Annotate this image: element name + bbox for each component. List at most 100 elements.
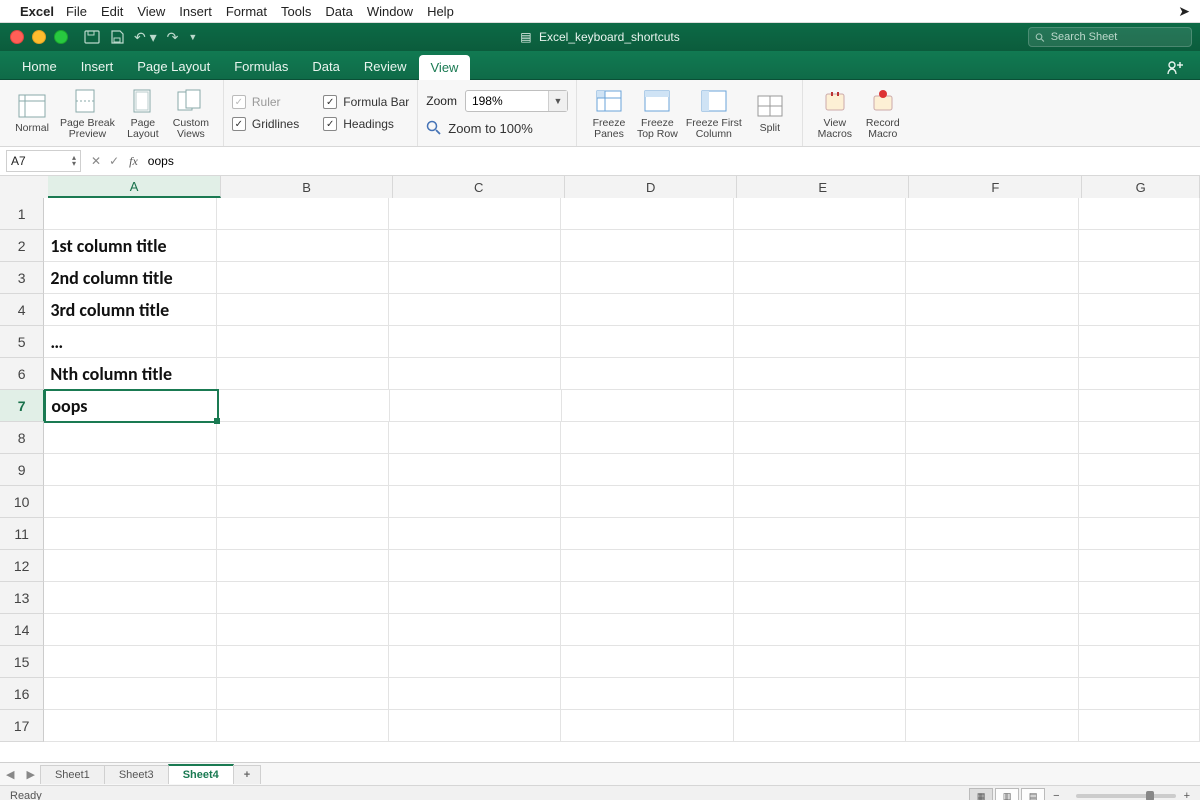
sheet-tab-sheet3[interactable]: Sheet3 <box>104 765 169 784</box>
cell-F15[interactable] <box>906 646 1079 678</box>
zoom-out-button[interactable]: − <box>1053 790 1059 800</box>
menu-data[interactable]: Data <box>325 4 352 19</box>
record-macro-button[interactable]: Record Macro <box>859 86 907 140</box>
sheet-nav-prev[interactable]: ◀ <box>0 768 20 781</box>
cell-G16[interactable] <box>1079 678 1200 710</box>
cell-B14[interactable] <box>217 614 389 646</box>
formula-input[interactable] <box>146 153 1200 169</box>
cell-D5[interactable] <box>561 326 733 358</box>
row-header-10[interactable]: 10 <box>0 486 44 518</box>
row-header-2[interactable]: 2 <box>0 230 44 262</box>
cell-G3[interactable] <box>1079 262 1200 294</box>
menu-file[interactable]: File <box>66 4 87 19</box>
cell-C5[interactable] <box>389 326 561 358</box>
col-header-B[interactable]: B <box>221 176 393 198</box>
cell-C8[interactable] <box>389 422 561 454</box>
cell-B9[interactable] <box>217 454 389 486</box>
cell-C6[interactable] <box>389 358 561 390</box>
cell-F16[interactable] <box>906 678 1079 710</box>
share-icon[interactable] <box>1160 55 1190 79</box>
tab-insert[interactable]: Insert <box>69 54 126 79</box>
cell-A16[interactable] <box>44 678 217 710</box>
col-header-C[interactable]: C <box>393 176 565 198</box>
cell-E3[interactable] <box>734 262 906 294</box>
cell-G6[interactable] <box>1079 358 1200 390</box>
cell-C9[interactable] <box>389 454 561 486</box>
menu-window[interactable]: Window <box>367 4 413 19</box>
cell-A2[interactable]: 1st column title <box>44 230 217 262</box>
cell-E5[interactable] <box>734 326 906 358</box>
cell-E4[interactable] <box>734 294 906 326</box>
cell-A17[interactable] <box>44 710 217 742</box>
page-break-toggle[interactable]: ▤ <box>1021 788 1045 800</box>
location-arrow-icon[interactable]: ➤ <box>1178 3 1190 20</box>
zoom-slider-thumb[interactable] <box>1146 791 1154 800</box>
cell-A10[interactable] <box>44 486 217 518</box>
cell-D16[interactable] <box>561 678 733 710</box>
cell-C4[interactable] <box>389 294 561 326</box>
row-header-7[interactable]: 7 <box>0 390 45 422</box>
cell-C12[interactable] <box>389 550 561 582</box>
name-box-stepper-icon[interactable]: ▴▾ <box>72 155 76 167</box>
row-header-14[interactable]: 14 <box>0 614 44 646</box>
cell-E6[interactable] <box>734 358 906 390</box>
close-window-button[interactable] <box>10 30 24 44</box>
row-header-8[interactable]: 8 <box>0 422 44 454</box>
cell-E10[interactable] <box>734 486 906 518</box>
cell-F13[interactable] <box>906 582 1079 614</box>
cell-A11[interactable] <box>44 518 217 550</box>
tab-page-layout[interactable]: Page Layout <box>125 54 222 79</box>
cell-C10[interactable] <box>389 486 561 518</box>
freeze-panes-button[interactable]: Freeze Panes <box>585 86 633 140</box>
cell-C3[interactable] <box>389 262 561 294</box>
zoom-in-button[interactable]: + <box>1184 790 1190 800</box>
cell-D6[interactable] <box>561 358 733 390</box>
cell-E15[interactable] <box>734 646 906 678</box>
cell-C1[interactable] <box>389 198 561 230</box>
name-box[interactable]: A7 ▴▾ <box>6 150 81 172</box>
cell-A6[interactable]: Nth column title <box>44 358 217 390</box>
col-header-E[interactable]: E <box>737 176 909 198</box>
tab-data[interactable]: Data <box>300 54 351 79</box>
fx-icon[interactable]: fx <box>129 154 138 169</box>
cell-F7[interactable] <box>906 390 1079 422</box>
cell-G17[interactable] <box>1079 710 1200 742</box>
search-sheet-input[interactable] <box>1049 30 1185 44</box>
cell-D3[interactable] <box>561 262 733 294</box>
menu-help[interactable]: Help <box>427 4 454 19</box>
cell-E13[interactable] <box>734 582 906 614</box>
cancel-entry-icon[interactable]: ✕ <box>91 154 101 168</box>
page-layout-toggle[interactable]: ▥ <box>995 788 1019 800</box>
row-header-11[interactable]: 11 <box>0 518 44 550</box>
cell-G12[interactable] <box>1079 550 1200 582</box>
row-header-4[interactable]: 4 <box>0 294 44 326</box>
cell-F10[interactable] <box>906 486 1079 518</box>
cell-G14[interactable] <box>1079 614 1200 646</box>
cell-A4[interactable]: 3rd column title <box>44 294 217 326</box>
cell-F12[interactable] <box>906 550 1079 582</box>
menu-insert[interactable]: Insert <box>179 4 212 19</box>
cell-G15[interactable] <box>1079 646 1200 678</box>
cell-G7[interactable] <box>1079 390 1200 422</box>
row-header-16[interactable]: 16 <box>0 678 44 710</box>
page-layout-button[interactable]: Page Layout <box>119 86 167 140</box>
cell-D17[interactable] <box>561 710 733 742</box>
row-header-12[interactable]: 12 <box>0 550 44 582</box>
cell-C13[interactable] <box>389 582 561 614</box>
col-header-D[interactable]: D <box>565 176 737 198</box>
sheet-tab-sheet1[interactable]: Sheet1 <box>40 765 105 784</box>
cell-G1[interactable] <box>1079 198 1200 230</box>
page-break-preview-button[interactable]: Page Break Preview <box>56 86 119 140</box>
cell-A3[interactable]: 2nd column title <box>44 262 217 294</box>
cell-E9[interactable] <box>734 454 906 486</box>
cell-F5[interactable] <box>906 326 1079 358</box>
cell-E17[interactable] <box>734 710 906 742</box>
col-header-A[interactable]: A <box>48 176 221 198</box>
cell-B11[interactable] <box>217 518 389 550</box>
cell-A14[interactable] <box>44 614 217 646</box>
cell-A1[interactable] <box>44 198 217 230</box>
zoom-100-button[interactable]: Zoom to 100% <box>426 120 568 136</box>
undo-icon[interactable]: ↶ ▾ <box>134 29 157 46</box>
tab-view[interactable]: View <box>419 55 471 80</box>
confirm-entry-icon[interactable]: ✓ <box>109 154 119 168</box>
